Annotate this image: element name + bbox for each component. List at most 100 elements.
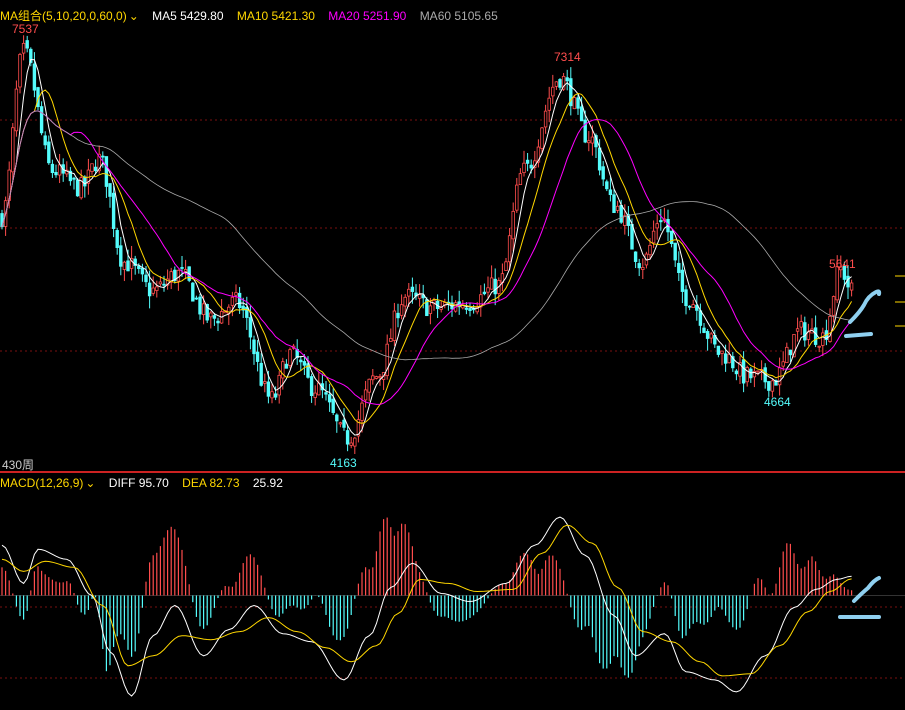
candle-body — [54, 171, 58, 176]
candle-body — [137, 265, 141, 269]
annotation-high-5641: 5641 — [829, 257, 856, 271]
candle-body — [464, 307, 469, 310]
candle-body — [389, 338, 393, 342]
candle-body — [608, 189, 613, 196]
candle-body — [543, 110, 548, 128]
candle-body — [183, 269, 188, 272]
candle-body — [698, 310, 703, 326]
candle-body — [327, 394, 332, 403]
candle-body — [615, 205, 620, 211]
candle-body — [331, 398, 335, 413]
candle-body — [302, 361, 307, 366]
candle-body — [482, 291, 487, 295]
candle-body — [162, 283, 166, 286]
candle-body — [111, 192, 116, 229]
candle-body — [788, 349, 793, 356]
candle-body — [324, 392, 328, 395]
candle-body — [828, 316, 832, 342]
candle-body — [633, 251, 638, 262]
candle-body — [767, 381, 771, 391]
candle-body — [245, 307, 249, 318]
candle-body — [720, 350, 724, 354]
candlestick-chart[interactable]: 7537 4163 7314 4664 5641 — [0, 0, 905, 710]
candle-body — [619, 204, 623, 223]
freehand-stroke-lower — [844, 332, 873, 338]
candle-body — [529, 164, 533, 169]
candle-body — [799, 321, 803, 328]
candle-body — [684, 289, 688, 307]
candle-body — [11, 127, 15, 173]
candle-body — [489, 277, 494, 290]
candle-body — [216, 320, 220, 324]
moving-average-lines — [1, 58, 853, 436]
candle-body — [410, 286, 415, 292]
candle-body — [659, 220, 663, 223]
candle-body — [525, 159, 530, 164]
candle-body — [601, 166, 605, 180]
candle-body — [597, 147, 602, 171]
candle-body — [234, 292, 238, 296]
candle-body — [230, 296, 235, 306]
candle-body — [273, 393, 278, 398]
candle-body — [407, 288, 411, 297]
candle-body — [363, 389, 368, 401]
candle-body — [255, 351, 260, 362]
candle-body — [770, 380, 775, 392]
candle-body — [158, 281, 163, 285]
candle-body — [14, 88, 19, 132]
candle-body — [835, 266, 839, 301]
candle-body — [817, 345, 821, 348]
candle-body — [342, 419, 346, 428]
candle-body — [781, 361, 785, 367]
candle-body — [705, 331, 710, 339]
candle-body — [515, 184, 519, 211]
candle-body — [605, 181, 609, 190]
candle-body — [309, 376, 314, 397]
candle-body — [252, 339, 256, 355]
candle-body — [518, 173, 523, 186]
freehand-stroke-upper — [848, 289, 882, 324]
candle-body — [637, 263, 641, 269]
candle-body — [648, 244, 652, 256]
candle-body — [399, 304, 404, 316]
candle-body — [349, 442, 353, 446]
candle-body — [248, 317, 253, 338]
candle-body — [795, 328, 800, 332]
candle-body — [493, 278, 497, 295]
candle-body — [75, 179, 80, 197]
annotation-high-7537: 7537 — [12, 22, 39, 36]
candle-body — [741, 359, 746, 384]
candle-body — [727, 353, 731, 364]
candle-body — [147, 282, 152, 297]
freehand-drawings — [838, 275, 905, 619]
candle-body — [702, 327, 706, 333]
candle-body — [47, 141, 51, 164]
candle-body — [709, 333, 713, 339]
candle-body — [687, 305, 692, 308]
candle-body — [25, 40, 29, 49]
annotation-low-4664: 4664 — [764, 395, 791, 409]
candle-body — [119, 245, 123, 267]
candle-body — [335, 414, 339, 422]
candle-body — [288, 349, 292, 366]
candle-body — [39, 106, 44, 134]
candle-body — [821, 332, 825, 346]
candle-body — [785, 346, 789, 364]
candle-body — [198, 296, 202, 315]
dea-line — [1, 524, 852, 677]
candle-body — [32, 63, 37, 91]
candle-body — [83, 176, 87, 187]
candle-body — [813, 327, 818, 345]
candle-body — [504, 261, 508, 271]
candle-body — [101, 155, 105, 158]
candle-body — [21, 42, 26, 54]
candle-body — [237, 292, 242, 309]
ma5-line — [1, 58, 852, 436]
candle-body — [259, 362, 263, 386]
macd-histogram — [1, 517, 853, 678]
annotation-low-4163: 4163 — [330, 456, 357, 470]
candle-body — [180, 267, 184, 269]
candle-body — [612, 194, 616, 214]
candle-body — [507, 235, 512, 263]
candle-body — [360, 402, 364, 421]
